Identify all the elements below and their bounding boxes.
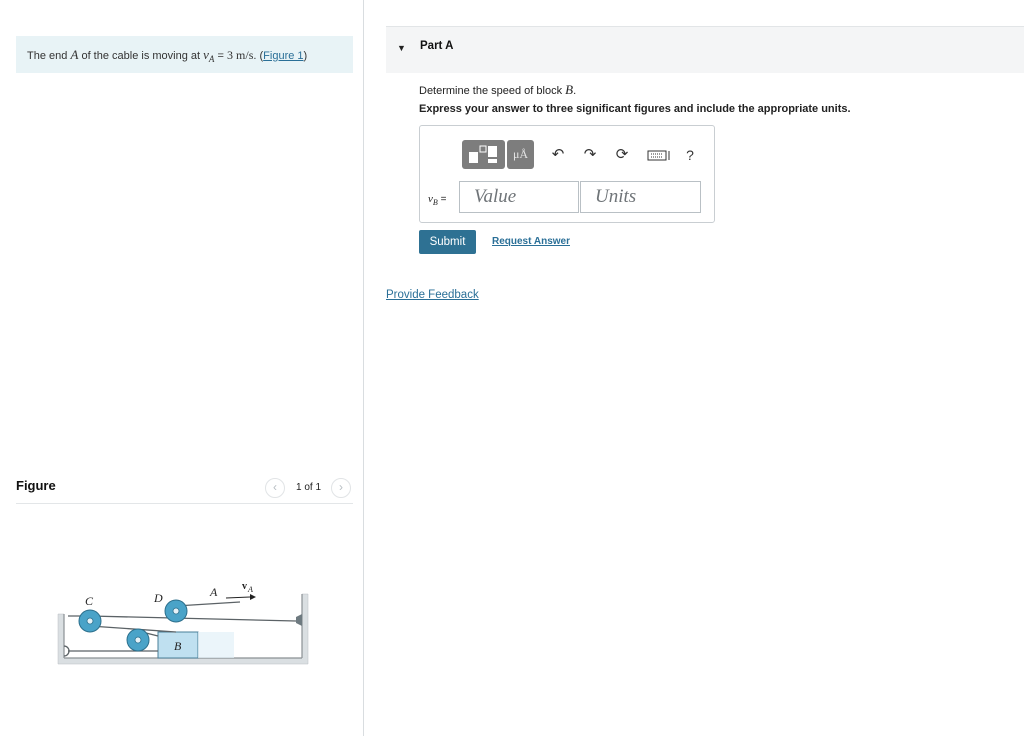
reset-icon[interactable]: ⟳ (612, 145, 632, 165)
problem-statement: The end A of the cable is moving at vA =… (16, 36, 353, 73)
problem-punct: . ( (253, 50, 264, 62)
chevron-right-icon[interactable]: › (331, 478, 351, 498)
part-title: Part A (420, 40, 454, 52)
units-input[interactable] (580, 181, 701, 213)
block-b-shade (198, 632, 234, 658)
caret-down-icon[interactable]: ▼ (397, 43, 406, 53)
problem-text-middle: of the cable is moving at (81, 50, 201, 62)
label-b: B (174, 639, 182, 653)
left-column: The end A of the cable is moving at vA =… (0, 0, 364, 736)
answer-variable-label: vB = (428, 193, 446, 207)
undo-icon[interactable]: ↶ (548, 145, 568, 165)
figure-header: Figure ‹ 1 of 1 › (16, 476, 353, 504)
pulley-lower-hub (134, 636, 142, 644)
chevron-left-icon[interactable]: ‹ (265, 478, 285, 498)
part-a-header[interactable]: ▼ Part A (386, 26, 1024, 73)
question-end: . (573, 85, 577, 97)
velocity-arrowhead (250, 594, 256, 600)
point-label: A (70, 47, 79, 62)
velocity-unit: m/s (236, 48, 254, 62)
redo-icon[interactable]: ↷ (580, 145, 600, 165)
templates-icon (469, 145, 497, 163)
pulley-d-hub (172, 607, 180, 615)
cable (89, 615, 297, 622)
label-d: D (153, 591, 163, 605)
units-button[interactable]: μÅ (507, 140, 534, 169)
figure-link[interactable]: Figure 1 (263, 50, 303, 62)
keyboard-icon[interactable] (646, 145, 672, 165)
answer-equals: = (440, 194, 447, 205)
equals-sign: = (217, 50, 224, 62)
pager-text: 1 of 1 (296, 482, 322, 493)
answer-var-sub: B (432, 198, 438, 207)
label-c: C (85, 594, 94, 608)
provide-feedback-link[interactable]: Provide Feedback (386, 289, 479, 301)
instruction-text: Express your answer to three significant… (419, 103, 851, 115)
pulley-c-hub (86, 617, 94, 625)
velocity-subscript: A (208, 54, 215, 65)
pulley-figure: C D A v A B (57, 581, 309, 665)
label-va-sub: A (247, 585, 253, 594)
right-anchor (296, 614, 302, 626)
question-text: Determine the speed of block B. (419, 82, 576, 98)
question-body: Determine the speed of block (419, 85, 563, 97)
problem-close: ) (303, 50, 308, 62)
velocity-value: 3 (226, 48, 233, 62)
label-a: A (209, 585, 218, 599)
question-var: B (565, 82, 574, 97)
velocity-arrow (225, 596, 251, 599)
value-input[interactable] (459, 181, 579, 213)
label-va: v (242, 581, 247, 592)
figure-title: Figure (16, 478, 56, 493)
problem-text-before: The end (27, 50, 68, 62)
submit-button[interactable]: Submit (419, 230, 476, 254)
answer-box: μÅ ↶ ↷ ⟳ ? vB = (419, 125, 715, 223)
templates-button[interactable] (462, 140, 505, 169)
request-answer-link[interactable]: Request Answer (492, 236, 570, 247)
help-icon[interactable]: ? (680, 145, 700, 165)
